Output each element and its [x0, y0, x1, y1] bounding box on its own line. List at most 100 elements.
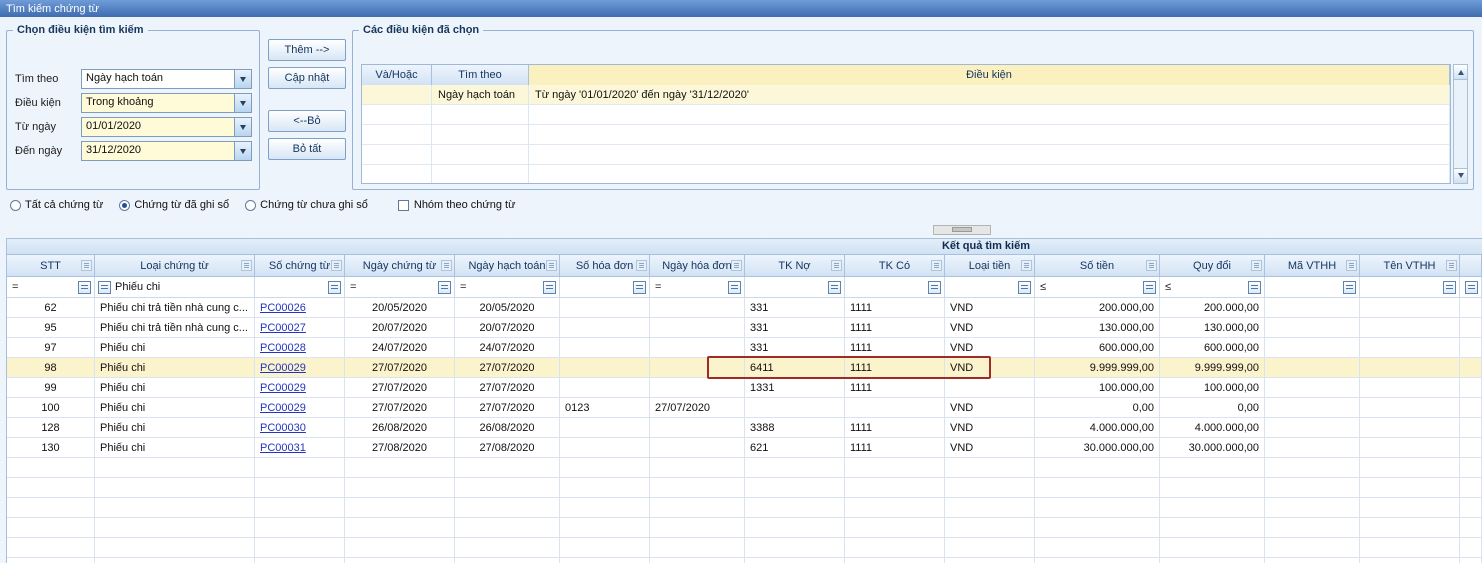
column-header[interactable]: Số tiền: [1035, 255, 1160, 277]
filter-cell[interactable]: =: [650, 277, 745, 297]
titlebar[interactable]: Tìm kiếm chứng từ: [0, 0, 1482, 17]
column-header[interactable]: TK Có: [845, 255, 945, 277]
group-by-document-checkbox[interactable]: Nhóm theo chứng từ: [398, 199, 516, 211]
filter-cell[interactable]: [745, 277, 845, 297]
filter-cell[interactable]: [1265, 277, 1360, 297]
filter-cell[interactable]: =: [345, 277, 455, 297]
result-row[interactable]: 98Phiếu chiPC0002927/07/202027/07/202064…: [7, 358, 1482, 378]
dropdown-arrow-icon[interactable]: [234, 142, 251, 160]
add-condition-button[interactable]: Thêm -->: [268, 39, 346, 61]
column-header[interactable]: Quy đổi: [1160, 255, 1265, 277]
document-number-link[interactable]: PC00027: [260, 322, 306, 334]
result-row[interactable]: 97Phiếu chiPC0002824/07/202024/07/202033…: [7, 338, 1482, 358]
document-number-link[interactable]: PC00029: [260, 402, 306, 414]
filter-icon[interactable]: [1343, 281, 1356, 294]
header-pin-icon[interactable]: [731, 260, 742, 271]
filter-icon[interactable]: [828, 281, 841, 294]
to-date-picker[interactable]: 31/12/2020: [81, 141, 252, 161]
filter-icon[interactable]: [1018, 281, 1031, 294]
filter-icon[interactable]: [1248, 281, 1261, 294]
document-number-link[interactable]: PC00028: [260, 342, 306, 354]
cond-column-header[interactable]: Tìm theo: [432, 65, 529, 85]
result-row[interactable]: 130Phiếu chiPC0003127/08/202027/08/20206…: [7, 438, 1482, 458]
radio-unposted-documents[interactable]: Chứng từ chưa ghi sổ: [245, 199, 368, 211]
filter-cell[interactable]: ≤: [1035, 277, 1160, 297]
column-header[interactable]: Loại chứng từ: [95, 255, 255, 277]
column-header[interactable]: Ngày chứng từ: [345, 255, 455, 277]
condition-combo[interactable]: Trong khoảng: [81, 93, 252, 113]
column-header[interactable]: Ngày hạch toán: [455, 255, 560, 277]
dropdown-arrow-icon[interactable]: [234, 94, 251, 112]
result-row[interactable]: 95Phiếu chi trả tiền nhà cung c...PC0002…: [7, 318, 1482, 338]
filter-cell[interactable]: [845, 277, 945, 297]
cond-column-header[interactable]: Và/Hoặc: [362, 65, 432, 85]
filter-icon[interactable]: [98, 281, 111, 294]
radio-posted-documents[interactable]: Chứng từ đã ghi sổ: [119, 199, 229, 211]
header-pin-icon[interactable]: [331, 260, 342, 271]
header-pin-icon[interactable]: [241, 260, 252, 271]
document-number-link[interactable]: PC00029: [260, 362, 306, 374]
header-pin-icon[interactable]: [636, 260, 647, 271]
filter-icon[interactable]: [633, 281, 646, 294]
remove-all-button[interactable]: Bỏ tất: [268, 138, 346, 160]
header-pin-icon[interactable]: [546, 260, 557, 271]
header-pin-icon[interactable]: [441, 260, 452, 271]
filter-icon[interactable]: [328, 281, 341, 294]
column-header[interactable]: Mã VTHH: [1265, 255, 1360, 277]
conditions-scrollbar[interactable]: [1453, 64, 1468, 184]
search-by-combo[interactable]: Ngày hạch toán: [81, 69, 252, 89]
column-header[interactable]: Ngày hóa đơn: [650, 255, 745, 277]
header-pin-icon[interactable]: [1146, 260, 1157, 271]
document-number-link[interactable]: PC00026: [260, 302, 306, 314]
filter-icon[interactable]: [1443, 281, 1456, 294]
filter-cell[interactable]: =: [455, 277, 560, 297]
filter-cell[interactable]: Phiếu chi: [95, 277, 255, 297]
column-header[interactable]: TK Nợ: [745, 255, 845, 277]
dropdown-arrow-icon[interactable]: [234, 70, 251, 88]
scroll-down-icon[interactable]: [1454, 168, 1467, 183]
column-header[interactable]: Số hóa đơn: [560, 255, 650, 277]
dropdown-arrow-icon[interactable]: [234, 118, 251, 136]
header-pin-icon[interactable]: [1251, 260, 1262, 271]
from-date-picker[interactable]: 01/01/2020: [81, 117, 252, 137]
filter-cell[interactable]: [560, 277, 650, 297]
filter-icon[interactable]: [1143, 281, 1156, 294]
scroll-up-icon[interactable]: [1454, 65, 1467, 80]
result-row[interactable]: 62Phiếu chi trả tiền nhà cung c...PC0002…: [7, 298, 1482, 318]
header-pin-icon[interactable]: [831, 260, 842, 271]
cond-column-header[interactable]: Điều kiện: [529, 65, 1450, 85]
filter-cell[interactable]: =: [7, 277, 95, 297]
filter-icon[interactable]: [728, 281, 741, 294]
column-header[interactable]: Tên VTHH: [1360, 255, 1460, 277]
header-pin-icon[interactable]: [1346, 260, 1357, 271]
header-pin-icon[interactable]: [931, 260, 942, 271]
document-number-link[interactable]: PC00031: [260, 442, 306, 454]
column-header[interactable]: Số chứng từ: [255, 255, 345, 277]
result-row[interactable]: 128Phiếu chiPC0003026/08/202026/08/20203…: [7, 418, 1482, 438]
result-row[interactable]: 99Phiếu chiPC0002927/07/202027/07/202013…: [7, 378, 1482, 398]
filter-icon[interactable]: [78, 281, 91, 294]
filter-icon[interactable]: [1465, 281, 1478, 294]
filter-cell[interactable]: [945, 277, 1035, 297]
header-pin-icon[interactable]: [1021, 260, 1032, 271]
filter-icon[interactable]: [928, 281, 941, 294]
column-header[interactable]: STT: [7, 255, 95, 277]
filter-cell[interactable]: [255, 277, 345, 297]
splitter-thumb[interactable]: [952, 227, 972, 232]
condition-row[interactable]: Ngày hạch toánTừ ngày '01/01/2020' đến n…: [362, 85, 1450, 105]
document-number-link[interactable]: PC00030: [260, 422, 306, 434]
column-header[interactable]: Loại tiền: [945, 255, 1035, 277]
filter-cell[interactable]: ≤: [1160, 277, 1265, 297]
header-pin-icon[interactable]: [1446, 260, 1457, 271]
result-row[interactable]: 100Phiếu chiPC0002927/07/202027/07/20200…: [7, 398, 1482, 418]
filter-cell[interactable]: [1360, 277, 1460, 297]
document-number-link[interactable]: PC00029: [260, 382, 306, 394]
filter-cell[interactable]: [1460, 277, 1482, 297]
filter-icon[interactable]: [438, 281, 451, 294]
radio-all-documents[interactable]: Tất cả chứng từ: [10, 199, 103, 211]
horizontal-splitter[interactable]: [933, 225, 991, 235]
filter-icon[interactable]: [543, 281, 556, 294]
update-condition-button[interactable]: Cập nhật: [268, 67, 346, 89]
header-pin-icon[interactable]: [81, 260, 92, 271]
remove-condition-button[interactable]: <--Bỏ: [268, 110, 346, 132]
